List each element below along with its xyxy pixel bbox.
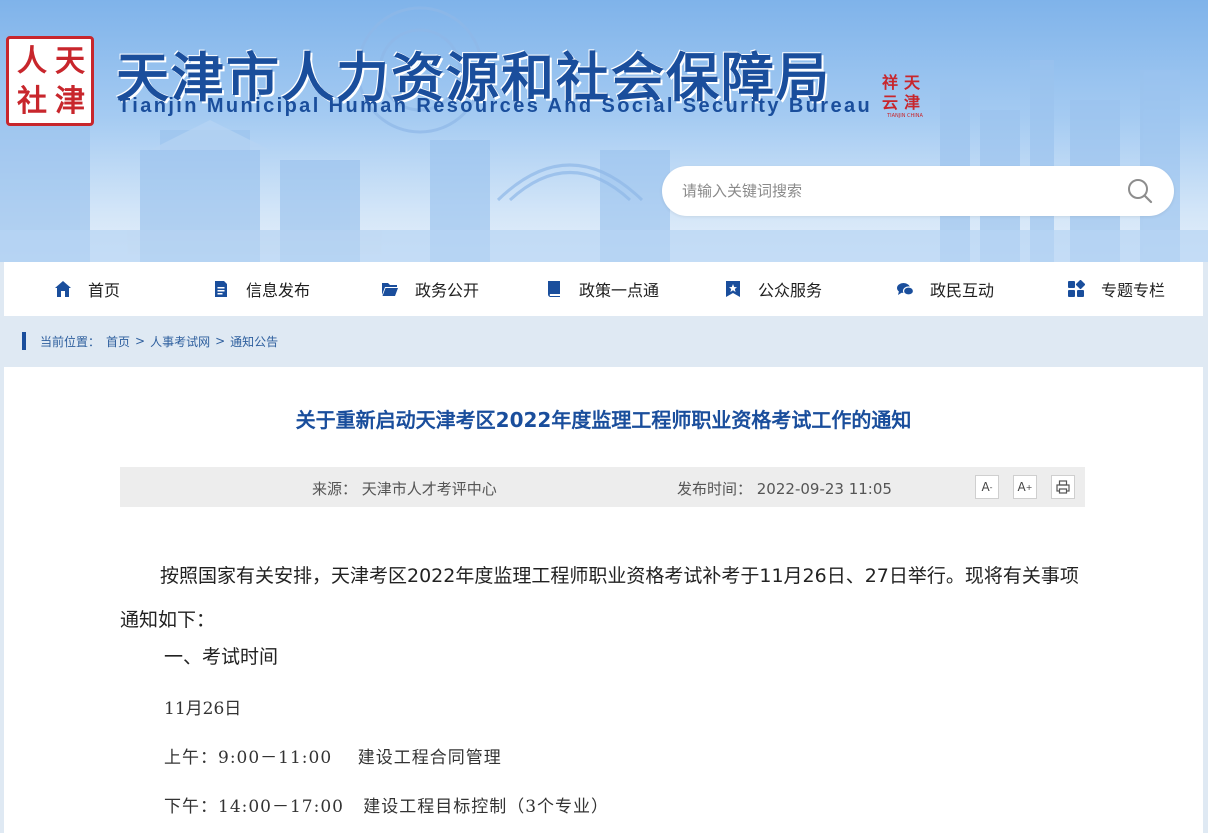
nav-item-info-release[interactable]: 信息发布	[212, 262, 310, 316]
font-larger-label: A	[1017, 480, 1026, 494]
svg-text:祥: 祥	[882, 73, 898, 92]
font-smaller-button[interactable]: A-	[975, 475, 999, 499]
breadcrumb-prefix: 当前位置：	[40, 334, 101, 349]
print-button[interactable]	[1051, 475, 1075, 499]
star-badge-icon	[726, 281, 740, 297]
chat-icon	[897, 283, 914, 296]
home-icon	[55, 281, 71, 297]
article-section-heading: 一、考试时间	[164, 646, 279, 668]
breadcrumb-separator: >	[215, 334, 226, 348]
nav-item-interaction[interactable]: 政民互动	[896, 262, 994, 316]
seal-char: 社	[17, 84, 47, 119]
nav-item-special-topics[interactable]: 专题专栏	[1067, 262, 1165, 316]
seal-char: 津	[55, 84, 85, 119]
svg-text:天: 天	[904, 73, 921, 92]
article-source: 来源： 天津市人才考评中心	[312, 480, 497, 498]
article-meta-bar: 来源： 天津市人才考评中心 发布时间： 2022-09-23 11:05 A- …	[120, 467, 1085, 507]
breadcrumb-separator: >	[135, 334, 146, 348]
article-exam-session-afternoon: 下午：14:00－17:00 建设工程目标控制（3个专业）	[164, 797, 610, 817]
site-header: 人 天 社 津 天津市人力资源和社会保障局 Tianjin Municipal …	[0, 0, 1208, 262]
tianjin-city-mark: 祥 天 云 津 TIANJIN CHINA	[882, 73, 924, 118]
nav-label: 信息发布	[246, 281, 311, 300]
search-box[interactable]	[662, 166, 1174, 216]
breadcrumb-link-home[interactable]: 首页	[106, 333, 130, 350]
svg-text:云: 云	[882, 93, 898, 112]
breadcrumb-link-exam-site[interactable]: 人事考试网	[150, 333, 210, 350]
article-panel: 关于重新启动天津考区2022年度监理工程师职业资格考试工作的通知 来源： 天津市…	[4, 367, 1203, 833]
book-icon	[547, 281, 560, 297]
site-title-english: Tianjin Municipal Human Resources And So…	[118, 95, 873, 117]
font-larger-button[interactable]: A +	[1013, 475, 1037, 499]
nav-label: 政务公开	[415, 281, 480, 300]
nav-label: 公众服务	[758, 281, 823, 300]
font-smaller-label: A	[981, 480, 990, 494]
nav-label: 政民互动	[930, 281, 995, 300]
nav-item-policy[interactable]: 政策一点通	[545, 262, 659, 316]
search-input[interactable]	[682, 178, 1112, 204]
nav-item-government-affairs[interactable]: 政务公开	[381, 262, 479, 316]
seal-char: 人	[17, 44, 47, 79]
bureau-seal-logo[interactable]: 人 天 社 津	[6, 36, 94, 126]
main-nav: 首页 信息发布 政务公开 政策一点通 公众服务 政民互动 专题专栏	[4, 262, 1203, 316]
article-paragraph-intro: 按照国家有关安排，天津考区2022年度监理工程师职业资格考试补考于11月26日、…	[120, 565, 1079, 631]
print-icon	[1056, 480, 1070, 494]
article-publish-time: 发布时间： 2022-09-23 11:05	[677, 480, 892, 498]
breadcrumb-link-notices[interactable]: 通知公告	[230, 333, 278, 350]
search-icon[interactable]	[1126, 177, 1154, 205]
grid-icon	[1068, 280, 1085, 297]
nav-label: 政策一点通	[579, 281, 660, 300]
article-title: 关于重新启动天津考区2022年度监理工程师职业资格考试工作的通知	[295, 408, 912, 432]
nav-item-public-service[interactable]: 公众服务	[724, 262, 822, 316]
seal-char: 天	[55, 44, 85, 79]
breadcrumb: 当前位置： 首页 > 人事考试网 > 通知公告	[22, 331, 278, 351]
article-exam-date: 11月26日	[164, 699, 242, 719]
svg-text:津: 津	[904, 93, 920, 112]
folder-icon	[382, 283, 398, 296]
svg-text:TIANJIN CHINA: TIANJIN CHINA	[886, 113, 923, 118]
article-exam-session-morning: 上午：9:00－11:00 建设工程合同管理	[164, 748, 502, 768]
nav-label: 专题专栏	[1101, 281, 1166, 300]
nav-item-home[interactable]: 首页	[54, 262, 120, 316]
breadcrumb-marker	[22, 332, 26, 350]
nav-label: 首页	[88, 281, 121, 300]
document-icon	[215, 281, 227, 297]
